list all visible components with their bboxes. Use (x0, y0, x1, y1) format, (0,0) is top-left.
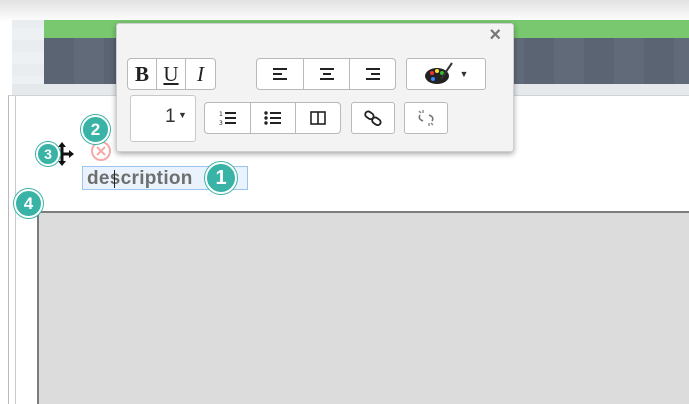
callout-badge-4: 4 (14, 189, 43, 218)
align-right-icon (365, 68, 380, 80)
svg-text:1: 1 (219, 111, 223, 118)
content-placeholder-area[interactable] (37, 211, 689, 404)
align-left-icon (273, 68, 287, 80)
link-icon (364, 110, 382, 126)
callout-badge-3: 3 (36, 142, 60, 166)
unordered-list-button[interactable] (251, 103, 296, 133)
font-size-value: 1 (165, 106, 176, 127)
svg-text:3: 3 (219, 120, 223, 126)
align-center-button[interactable] (304, 59, 350, 89)
ordered-list-button[interactable]: 13 (205, 103, 251, 133)
text-style-group: B U I (127, 58, 216, 90)
remove-link-button[interactable] (404, 102, 448, 134)
close-toolbar-button[interactable]: × (489, 24, 501, 46)
align-center-icon (319, 68, 334, 80)
color-palette-icon (424, 62, 453, 84)
ordered-list-icon: 13 (219, 111, 236, 126)
callout-badge-2: 2 (81, 115, 110, 144)
underline-button[interactable]: U (157, 59, 186, 89)
chevron-down-icon: ▼ (178, 110, 187, 120)
callout-badge-1: 1 (205, 162, 237, 194)
window-top-edge (0, 0, 689, 22)
align-right-button[interactable] (350, 59, 395, 89)
align-left-button[interactable] (257, 59, 304, 89)
list-layout-group: 13 (204, 102, 341, 134)
unlink-icon (418, 110, 434, 126)
columns-button[interactable] (296, 103, 340, 133)
unordered-list-icon (264, 111, 281, 125)
italic-button[interactable]: I (186, 59, 215, 89)
label-text[interactable]: description (87, 168, 193, 190)
font-size-select[interactable]: 1 ▼ (130, 95, 196, 142)
text-color-dropdown[interactable]: ▼ (406, 58, 486, 90)
insert-link-button[interactable] (351, 102, 395, 134)
alignment-group (256, 58, 396, 90)
text-caret (114, 170, 115, 188)
bold-button[interactable]: B (128, 59, 157, 89)
columns-icon (310, 111, 326, 125)
chevron-down-icon: ▼ (459, 69, 469, 79)
